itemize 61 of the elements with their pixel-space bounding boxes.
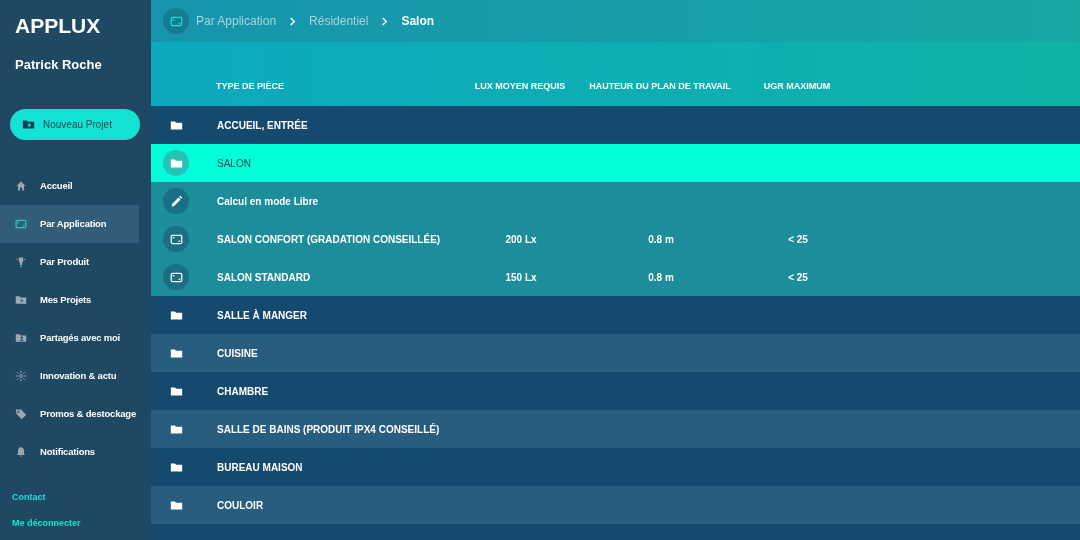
new-project-button[interactable]: Nouveau Projet — [10, 109, 140, 140]
folder-icon — [169, 422, 183, 436]
nav-item[interactable]: Mes Projets — [0, 281, 139, 319]
folder-icon — [169, 118, 183, 132]
nav-item[interactable]: Par Produit — [0, 243, 139, 281]
table-cell-text: 0.8 m — [647, 232, 675, 247]
table-row[interactable]: CUISINE — [151, 334, 1080, 372]
table-row[interactable]: SALON — [151, 144, 1080, 182]
table-cell-text: Calcul en mode Libre — [217, 194, 320, 209]
frame-icon — [15, 218, 27, 230]
tag-icon — [15, 408, 27, 420]
table-cell-text: 200 Lx — [504, 232, 538, 247]
table-cell-text: < 25 — [787, 232, 809, 247]
table-row[interactable]: Calcul en mode Libre — [151, 182, 1080, 220]
folder-icon — [169, 346, 183, 360]
breadcrumb-item: Salon — [401, 13, 435, 30]
folder-icon — [169, 308, 183, 322]
pencil-icon — [169, 194, 183, 208]
table-cell-text: 150 Lx — [504, 270, 538, 285]
frame-icon — [169, 232, 183, 246]
nav-item[interactable]: Promos & destockage — [0, 395, 139, 433]
table-cell-text: CUISINE — [217, 346, 259, 361]
home-icon — [15, 180, 27, 192]
folder-icon — [169, 460, 183, 474]
nav-item[interactable]: Partagés avec moi — [0, 319, 139, 357]
nav-item[interactable]: Par Application — [0, 205, 139, 243]
table-cell-text: BUREAU MAISON — [217, 460, 304, 475]
folder-plus-icon — [22, 118, 35, 131]
nav-item[interactable]: Innovation & actu — [0, 357, 139, 395]
bell-icon — [15, 446, 27, 458]
chevron-icon — [380, 16, 390, 26]
folder-star-icon — [15, 294, 27, 306]
table-cell-text: COULOIR — [217, 498, 265, 513]
nav-item[interactable]: Notifications — [0, 433, 139, 471]
frame-icon — [163, 8, 189, 34]
sparkle-icon — [15, 370, 27, 382]
table-cell-text: SALON STANDARD — [217, 270, 312, 285]
table-cell-text: SALLE DE BAINS (PRODUIT IPX4 CONSEILLÉ) — [217, 422, 441, 437]
table-cell-text: SALLE À MANGER — [217, 308, 308, 323]
table-row[interactable]: COULOIR — [151, 486, 1080, 524]
user-name: Patrick Roche — [15, 55, 103, 74]
table-cell-text: < 25 — [787, 270, 809, 285]
table-row[interactable]: SALON STANDARD 150 Lx 0.8 m < 25 — [151, 258, 1080, 296]
chevron-icon — [288, 16, 298, 26]
folder-icon — [169, 384, 183, 398]
sidebar-link[interactable]: Contact — [12, 491, 46, 505]
folder-icon — [169, 156, 183, 170]
table-cell-text: CHAMBRE — [217, 384, 270, 399]
folder-person-icon — [15, 332, 27, 344]
folder-icon — [169, 498, 183, 512]
table-cell-text: SALON CONFORT (GRADATION CONSEILLÉE) — [217, 232, 442, 247]
table-row[interactable]: SALON CONFORT (GRADATION CONSEILLÉE) 200 Lx 0.8 m < 25 — [151, 220, 1080, 258]
frame-icon — [169, 270, 183, 284]
lamp-icon — [15, 256, 27, 268]
table-cell-text: 0.8 m — [647, 270, 675, 285]
table-cell-text: ACCUEIL, ENTRÉE — [217, 118, 309, 133]
sidebar-link[interactable]: Me déconnecter — [12, 516, 81, 530]
table-cell-text: SALON — [217, 156, 252, 171]
app-title: APPLUX — [15, 13, 102, 39]
table-row[interactable]: SALLE DE BAINS (PRODUIT IPX4 CONSEILLÉ) — [151, 410, 1080, 448]
nav-item[interactable]: Accueil — [0, 167, 139, 205]
